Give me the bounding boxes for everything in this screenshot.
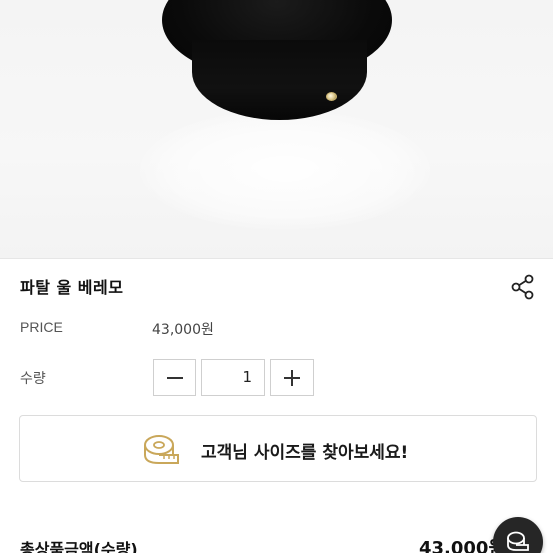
size-finder-label: 고객님 사이즈를 찾아보세요! [201,443,409,463]
size-finder-button[interactable]: 고객님 사이즈를 찾아보세요! [19,415,537,482]
beret-pin [326,92,337,101]
quantity-input[interactable]: 1 [201,359,265,396]
product-title: 파탈 울 베레모 [20,278,124,297]
section-divider [0,258,553,259]
quantity-increase-button[interactable] [270,359,314,396]
total-label: 총상품금액(수량) [20,540,138,553]
quantity-label: 수량 [20,371,46,387]
price-value: 43,000원 [152,322,214,338]
product-image [0,0,553,258]
measuring-tape-icon [507,531,529,551]
measuring-tape-icon [142,433,182,467]
quantity-decrease-button[interactable] [153,359,196,396]
price-label: PRICE [20,319,63,335]
beret-band [192,40,367,120]
floating-action-button[interactable] [493,517,543,553]
hat-shadow [140,110,430,230]
share-icon[interactable] [509,273,537,301]
